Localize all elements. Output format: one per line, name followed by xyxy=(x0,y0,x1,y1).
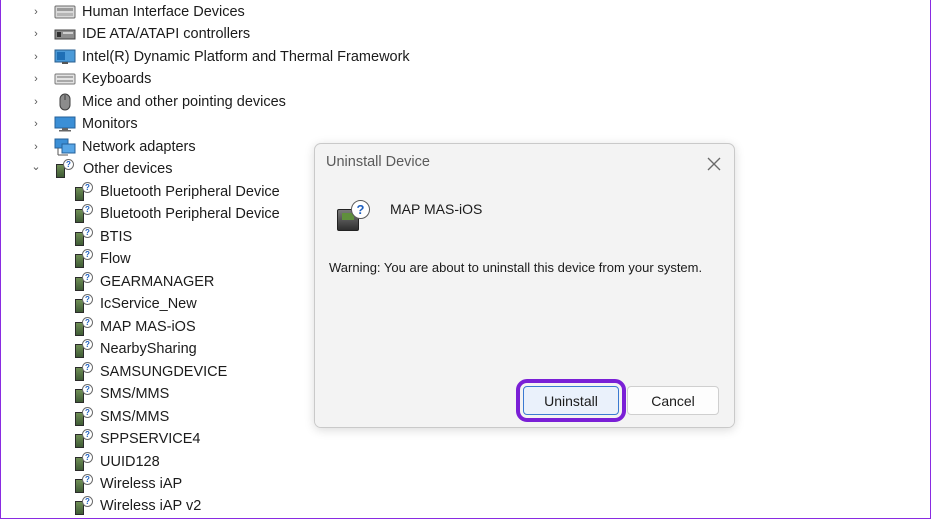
device-item[interactable]: ? UUID128 xyxy=(73,451,160,473)
device-item[interactable]: ? IcService_New xyxy=(73,293,197,315)
tree-item-label: Mice and other pointing devices xyxy=(82,94,286,110)
tree-item-label: Network adapters xyxy=(82,139,196,155)
tree-item-label: Other devices xyxy=(83,161,173,177)
chevron-right-icon[interactable]: › xyxy=(30,118,42,130)
device-label: BTIS xyxy=(100,229,133,245)
tree-item-other-devices[interactable]: ⌄ ? Other devices xyxy=(30,158,172,180)
unknown-device-icon: ? xyxy=(73,384,93,404)
chevron-right-icon[interactable]: › xyxy=(30,28,42,40)
chevron-down-icon[interactable]: ⌄ xyxy=(30,160,42,173)
monitor-icon xyxy=(54,115,76,133)
unknown-device-icon: ? xyxy=(73,362,93,382)
tree-item-mice[interactable]: › Mice and other pointing devices xyxy=(30,91,286,113)
device-label: IcService_New xyxy=(100,296,197,312)
chevron-right-icon[interactable]: › xyxy=(30,51,42,63)
device-label: Wireless iAP v2 xyxy=(100,498,202,514)
cancel-button[interactable]: Cancel xyxy=(627,386,719,415)
device-item[interactable]: ? SMS/MMS xyxy=(73,383,169,405)
device-item[interactable]: ? MAP MAS-iOS xyxy=(73,316,196,338)
chevron-right-icon[interactable]: › xyxy=(30,73,42,85)
device-label: SAMSUNGDEVICE xyxy=(100,364,228,380)
tree-item-ide-controllers[interactable]: › IDE ATA/ATAPI controllers xyxy=(30,23,250,45)
device-item[interactable]: ? Wireless iAP xyxy=(73,473,182,495)
dialog-title: Uninstall Device xyxy=(326,154,430,170)
device-item[interactable]: ? Bluetooth Peripheral Device xyxy=(73,203,280,225)
tree-item-intel-dptf[interactable]: › Intel(R) Dynamic Platform and Thermal … xyxy=(30,46,410,68)
ide-controller-icon xyxy=(54,25,76,43)
tree-item-label: Human Interface Devices xyxy=(82,4,245,20)
unknown-device-icon: ? xyxy=(73,429,93,449)
device-item[interactable]: ? Bluetooth Peripheral Device xyxy=(73,181,280,203)
device-item[interactable]: ? SPPSERVICE4 xyxy=(73,428,200,450)
unknown-device-icon: ? xyxy=(73,474,93,494)
unknown-device-icon: ? xyxy=(73,204,93,224)
device-label: SMS/MMS xyxy=(100,386,170,402)
device-label: MAP MAS-iOS xyxy=(100,319,196,335)
unknown-device-icon: ? xyxy=(54,159,74,179)
device-label: GEARMANAGER xyxy=(100,274,215,290)
network-icon xyxy=(54,138,76,156)
unknown-device-icon: ? xyxy=(335,200,371,236)
unknown-device-icon: ? xyxy=(73,272,93,292)
unknown-device-icon: ? xyxy=(73,317,93,337)
uninstall-device-dialog: Uninstall Device ? MAP MAS-iOS Warning: … xyxy=(314,143,735,428)
uninstall-button[interactable]: Uninstall xyxy=(516,379,626,422)
device-item[interactable]: ? SAMSUNGDEVICE xyxy=(73,361,227,383)
device-item[interactable]: ? Flow xyxy=(73,248,131,270)
device-item[interactable]: ? BTIS xyxy=(73,226,132,248)
keyboard-icon xyxy=(54,70,76,88)
device-label: SMS/MMS xyxy=(100,409,170,425)
device-label: Wireless iAP xyxy=(100,476,183,492)
monitor-board-icon xyxy=(54,48,76,66)
unknown-device-icon: ? xyxy=(73,249,93,269)
hid-icon xyxy=(54,3,76,21)
device-item[interactable]: ? SMS/MMS xyxy=(73,406,169,428)
device-label: UUID128 xyxy=(100,454,160,470)
mouse-icon xyxy=(54,93,76,111)
dialog-footer: Uninstall Cancel xyxy=(315,374,734,427)
unknown-device-icon: ? xyxy=(73,407,93,427)
tree-item-monitors[interactable]: › Monitors xyxy=(30,113,138,135)
device-label: Bluetooth Peripheral Device xyxy=(100,184,280,200)
device-label: NearbySharing xyxy=(100,341,197,357)
tree-item-keyboards[interactable]: › Keyboards xyxy=(30,68,151,90)
device-name: MAP MAS-iOS xyxy=(390,201,483,217)
chevron-right-icon[interactable]: › xyxy=(30,141,42,153)
dialog-body: ? MAP MAS-iOS Warning: You are about to … xyxy=(315,184,734,374)
chevron-right-icon[interactable]: › xyxy=(30,6,42,18)
unknown-device-icon: ? xyxy=(73,182,93,202)
tree-item-label: IDE ATA/ATAPI controllers xyxy=(82,26,251,42)
warning-text: Warning: You are about to uninstall this… xyxy=(329,260,703,275)
tree-item-human-interface-devices[interactable]: › Human Interface Devices xyxy=(30,1,245,23)
unknown-device-icon: ? xyxy=(73,227,93,247)
device-item[interactable]: ? GEARMANAGER xyxy=(73,271,214,293)
chevron-right-icon[interactable]: › xyxy=(30,96,42,108)
tree-item-network-adapters[interactable]: › Network adapters xyxy=(30,136,196,158)
device-item[interactable]: ? Wireless iAP v2 xyxy=(73,495,201,517)
device-label: Bluetooth Peripheral Device xyxy=(100,206,280,222)
unknown-device-icon: ? xyxy=(73,339,93,359)
unknown-device-icon: ? xyxy=(73,496,93,516)
tree-item-label: Intel(R) Dynamic Platform and Thermal Fr… xyxy=(82,49,410,65)
unknown-device-icon: ? xyxy=(73,452,93,472)
unknown-device-icon: ? xyxy=(73,294,93,314)
device-label: Flow xyxy=(100,251,131,267)
tree-item-label: Monitors xyxy=(82,116,138,132)
tree-item-label: Keyboards xyxy=(82,71,152,87)
close-icon[interactable] xyxy=(703,153,725,175)
device-label: SPPSERVICE4 xyxy=(100,431,201,447)
device-item[interactable]: ? NearbySharing xyxy=(73,338,197,360)
